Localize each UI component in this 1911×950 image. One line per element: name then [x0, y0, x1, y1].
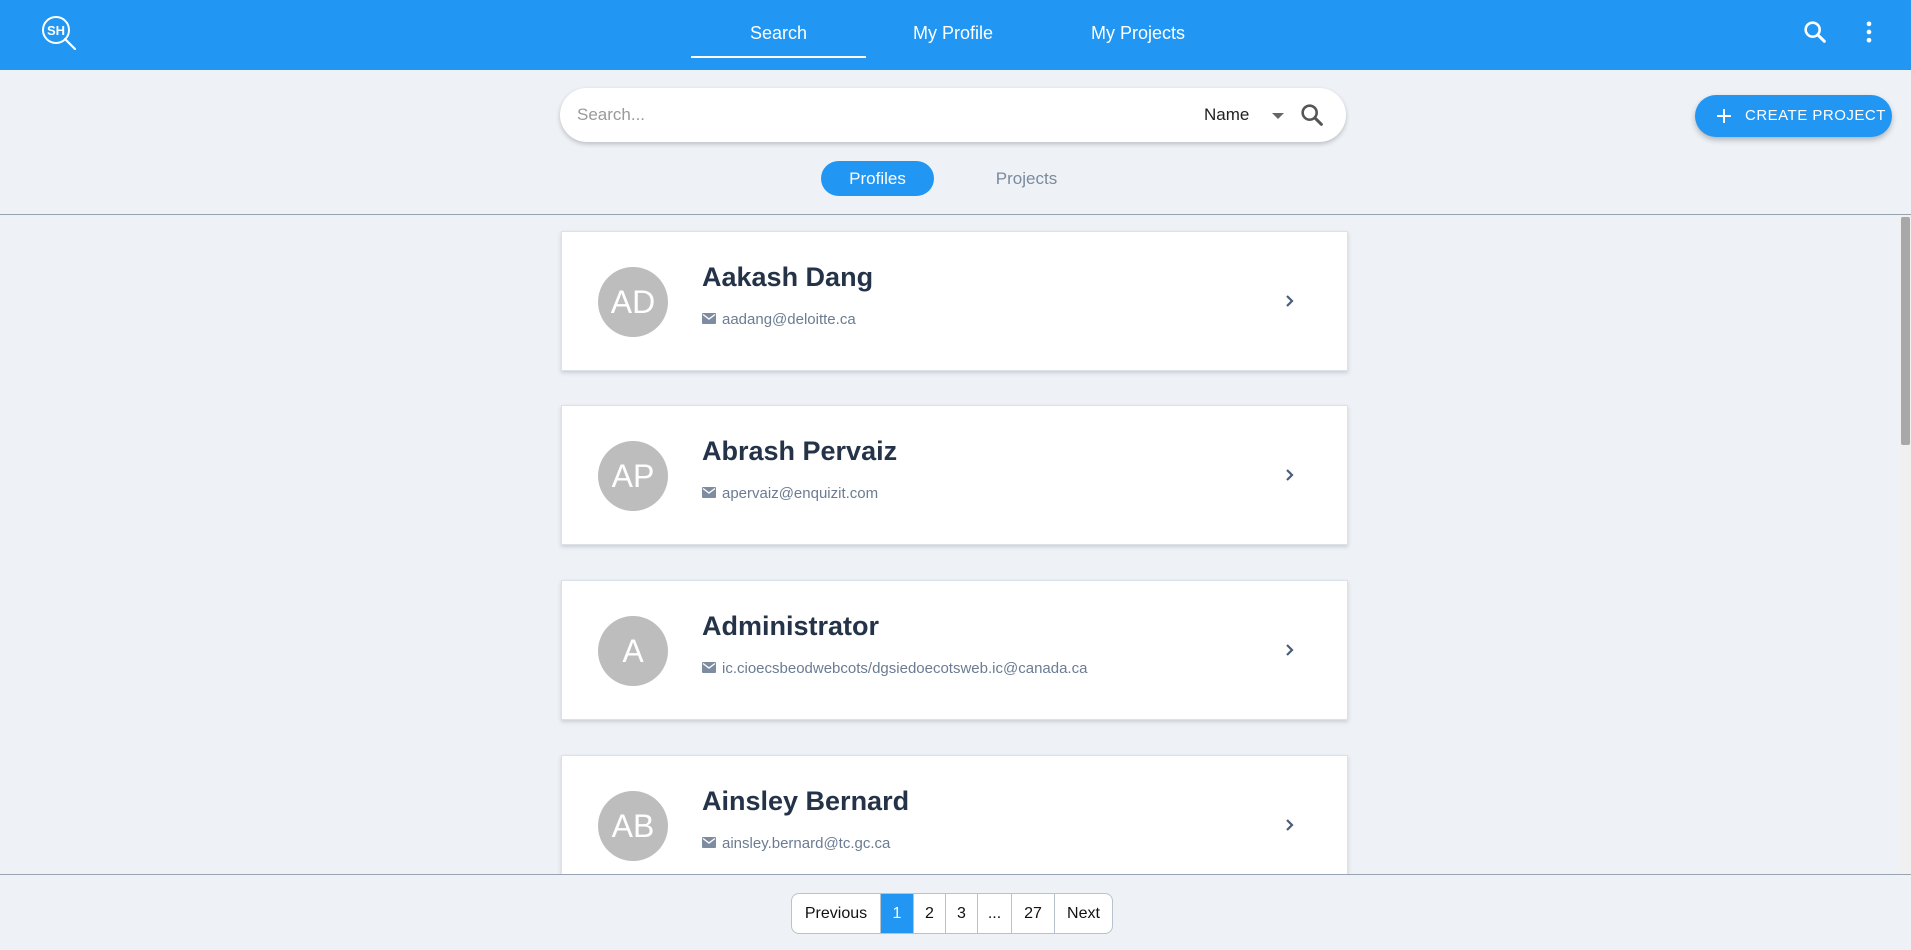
chevron-right-icon[interactable] — [1283, 639, 1297, 661]
mail-icon — [702, 313, 716, 324]
search-field-select[interactable]: Name — [1204, 100, 1284, 130]
toggle-projects[interactable]: Projects — [970, 161, 1083, 196]
chevron-right-icon[interactable] — [1283, 464, 1297, 486]
search-input[interactable] — [577, 100, 1137, 130]
next-page-button[interactable]: Next — [1055, 894, 1112, 933]
chevron-right-icon[interactable] — [1283, 814, 1297, 836]
mail-icon — [702, 662, 716, 673]
search-field-value: Name — [1204, 105, 1250, 124]
mail-icon — [702, 837, 716, 848]
search-icon[interactable] — [1801, 18, 1829, 46]
create-project-button[interactable]: CREATE PROJECT — [1695, 95, 1892, 137]
scrollbar-thumb[interactable] — [1901, 217, 1910, 445]
avatar: AB — [598, 791, 668, 861]
profile-email: aadang@deloitte.ca — [722, 311, 856, 328]
profile-email: apervaiz@enquizit.com — [722, 485, 879, 502]
chevron-right-icon[interactable] — [1283, 290, 1297, 312]
mail-icon — [702, 487, 716, 498]
avatar: AP — [598, 441, 668, 511]
tab-my-profile[interactable]: My Profile — [893, 0, 1013, 58]
page-button-3[interactable]: 3 — [946, 894, 978, 933]
profile-email: ainsley.bernard@tc.gc.ca — [722, 835, 891, 852]
profile-card[interactable]: AB Ainsley Bernard ainsley.bernard@tc.gc… — [561, 755, 1348, 874]
create-project-label: CREATE PROJECT — [1745, 107, 1886, 124]
toggle-profiles[interactable]: Profiles — [821, 161, 934, 196]
profile-name: Abrash Pervaiz — [702, 436, 898, 466]
logo-icon[interactable]: SH — [40, 14, 78, 52]
profile-name: Aakash Dang — [702, 262, 874, 292]
more-vertical-icon[interactable] — [1855, 18, 1883, 46]
tab-my-projects[interactable]: My Projects — [1068, 0, 1208, 58]
scrollbar[interactable] — [1900, 215, 1911, 874]
profile-card[interactable]: AP Abrash Pervaiz apervaiz@enquizit.com — [561, 405, 1348, 545]
avatar: A — [598, 616, 668, 686]
plus-icon — [1717, 109, 1731, 123]
previous-page-button[interactable]: Previous — [792, 894, 881, 933]
results-list[interactable]: AD Aakash Dang aadang@deloitte.ca AP Abr… — [0, 215, 1900, 874]
page-button-27[interactable]: 27 — [1012, 894, 1055, 933]
profile-card[interactable]: AD Aakash Dang aadang@deloitte.ca — [561, 231, 1348, 371]
page-ellipsis: ... — [978, 894, 1012, 933]
search-bar: Name — [560, 88, 1346, 142]
logo-text: SH — [47, 23, 65, 38]
profile-name: Administrator — [702, 611, 880, 641]
caret-down-icon — [1272, 113, 1284, 119]
divider — [0, 874, 1911, 875]
pagination: Previous 1 2 3 ... 27 Next — [791, 893, 1113, 934]
page-button-2[interactable]: 2 — [914, 894, 946, 933]
tab-search[interactable]: Search — [691, 0, 866, 58]
profile-email: ic.cioecsbeodwebcots/dgsiedoecotsweb.ic@… — [722, 660, 1088, 677]
page-button-1[interactable]: 1 — [881, 894, 914, 933]
app-bar: SH Search My Profile My Projects — [0, 0, 1911, 70]
search-submit-icon[interactable] — [1298, 101, 1326, 129]
profile-card[interactable]: A Administrator ic.cioecsbeodwebcots/dgs… — [561, 580, 1348, 720]
profile-name: Ainsley Bernard — [702, 786, 910, 816]
avatar: AD — [598, 267, 668, 337]
